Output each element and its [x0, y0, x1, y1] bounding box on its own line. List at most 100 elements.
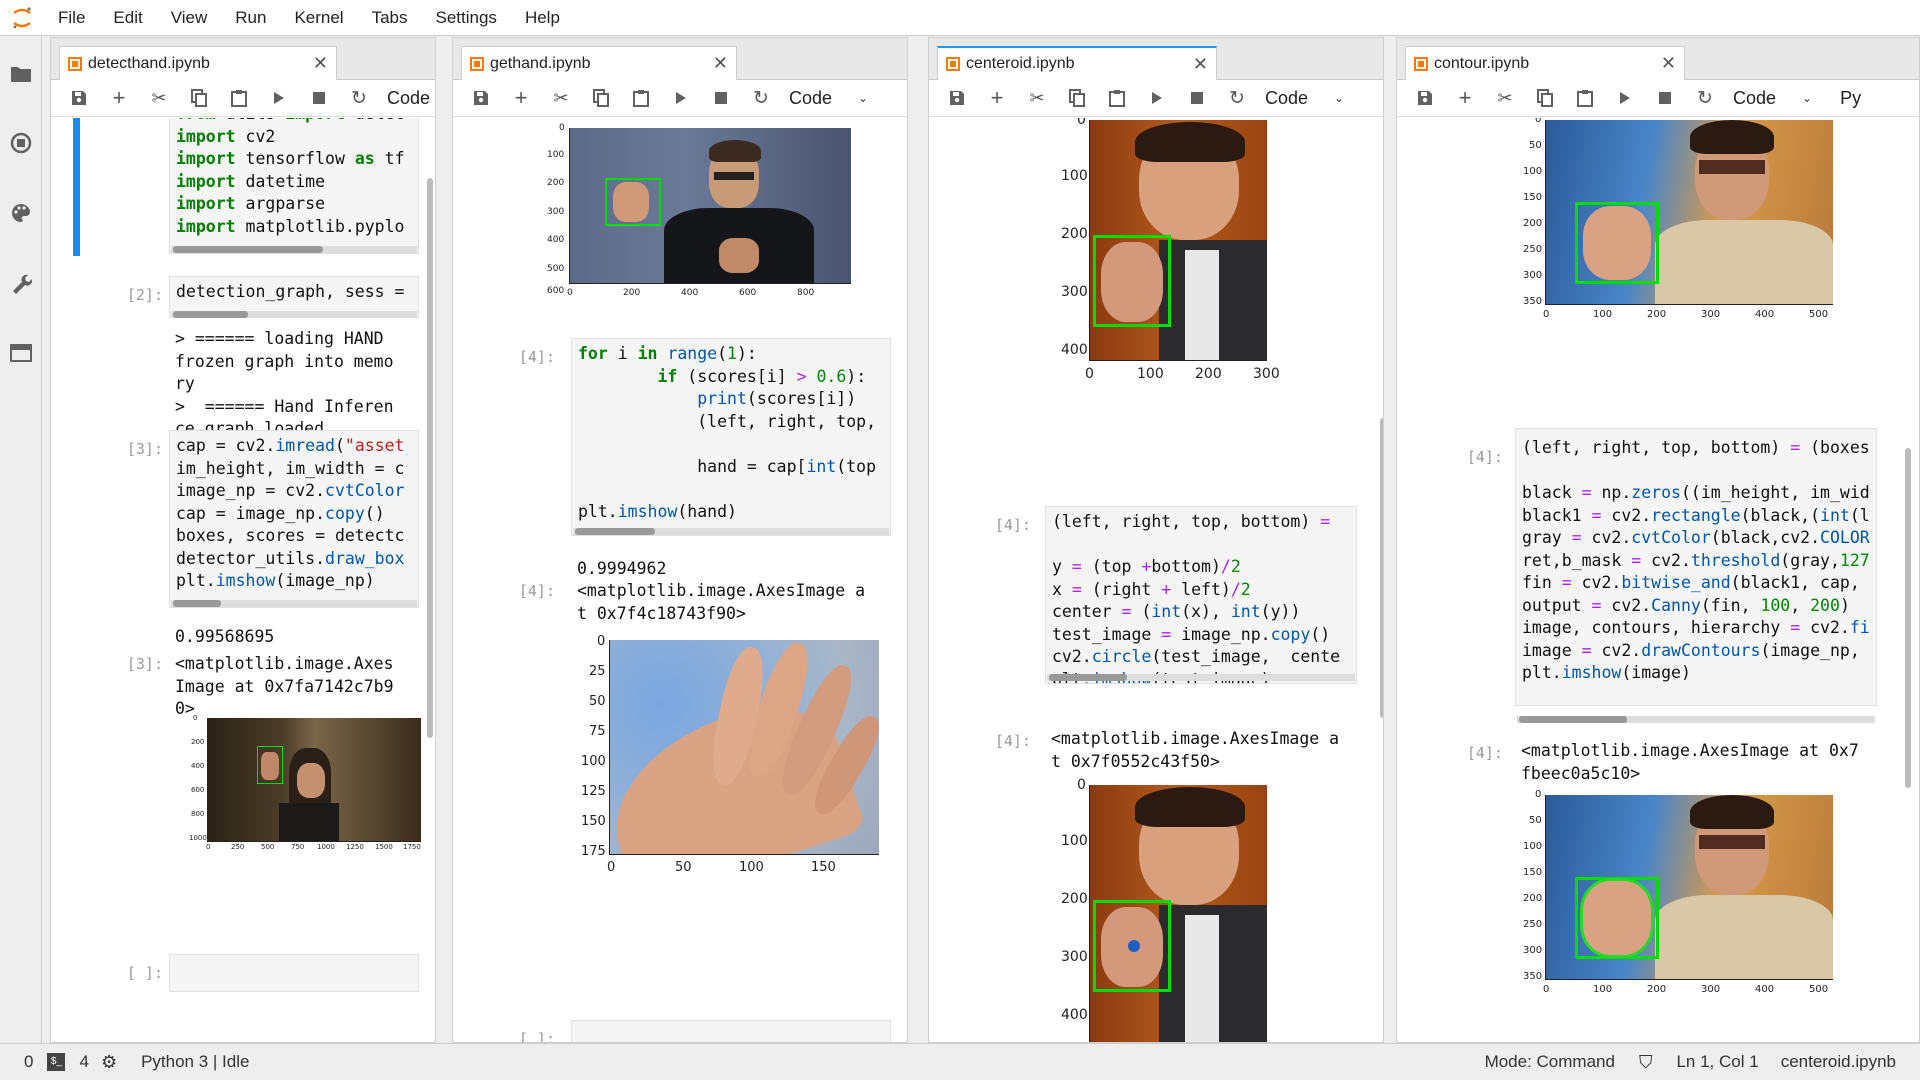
x-tick: 0 — [1543, 309, 1550, 320]
run-icon[interactable] — [661, 83, 701, 113]
y-tick: 0 — [1077, 777, 1086, 793]
tab-bar: centeroid.ipynb ✕ — [929, 38, 1383, 80]
code-cell-imports[interactable]: from utils import detec import cv2 impor… — [169, 118, 419, 254]
output-prompt: [4]: — [518, 582, 555, 600]
mode-indicator[interactable]: Mode: Command — [1485, 1052, 1615, 1072]
code-cell-crop-hand[interactable]: for i in range(1): if (scores[i] > 0.6):… — [571, 338, 891, 536]
folder-icon[interactable] — [0, 38, 42, 108]
tabs-icon[interactable] — [0, 318, 42, 388]
vertical-scrollbar[interactable] — [1905, 448, 1911, 788]
tab-detecthand[interactable]: detecthand.ipynb ✕ — [59, 46, 337, 80]
input-prompt: [4]: — [1466, 448, 1503, 466]
menu-settings[interactable]: Settings — [422, 0, 511, 36]
running-icon[interactable] — [0, 108, 42, 178]
run-icon[interactable] — [259, 83, 299, 113]
tab-label: gethand.ipynb — [490, 54, 591, 72]
save-icon[interactable] — [1405, 83, 1445, 113]
terminal-icon[interactable]: $_ — [47, 1053, 66, 1071]
tab-contour[interactable]: contour.ipynb ✕ — [1405, 46, 1685, 80]
kernel-name[interactable]: Py — [1840, 88, 1861, 109]
stop-icon[interactable] — [701, 83, 741, 113]
vertical-scrollbar[interactable] — [1380, 418, 1383, 718]
code-cell-detect[interactable]: cap = cv2.imread("asset im_height, im_wi… — [169, 430, 419, 608]
add-cell-icon[interactable]: + — [501, 83, 541, 113]
cut-icon[interactable]: ✂ — [139, 83, 179, 113]
cpu-icon[interactable]: ⚙ — [101, 1052, 117, 1073]
x-tick: 200 — [623, 288, 641, 298]
copy-icon[interactable] — [1057, 83, 1097, 113]
restart-icon[interactable]: ↻ — [1217, 83, 1257, 113]
restart-icon[interactable]: ↻ — [741, 83, 781, 113]
run-icon[interactable] — [1137, 83, 1177, 113]
wrench-icon[interactable] — [0, 248, 42, 318]
cell-type-select[interactable]: Code ⌄ — [1733, 88, 1812, 109]
restart-icon[interactable]: ↻ — [1685, 83, 1725, 113]
paste-icon[interactable] — [1565, 83, 1605, 113]
menu-edit[interactable]: Edit — [99, 0, 156, 36]
paste-icon[interactable] — [1097, 83, 1137, 113]
menu-file[interactable]: File — [44, 0, 99, 36]
cell-type-select[interactable]: Code ⌄ — [789, 88, 868, 109]
input-prompt-empty: [ ]: — [126, 964, 163, 982]
horizontal-scrollbar[interactable] — [171, 246, 417, 253]
close-icon[interactable]: ✕ — [1193, 54, 1208, 75]
status-zero[interactable]: 0 — [24, 1052, 33, 1072]
cell-type-select[interactable]: Code — [387, 88, 430, 109]
tab-gethand[interactable]: gethand.ipynb ✕ — [461, 46, 737, 80]
paste-icon[interactable] — [621, 83, 661, 113]
x-tick: 500 — [1809, 309, 1829, 320]
active-file-name[interactable]: centeroid.ipynb — [1781, 1052, 1896, 1072]
paste-icon[interactable] — [219, 83, 259, 113]
close-icon[interactable]: ✕ — [713, 53, 728, 74]
horizontal-scrollbar[interactable] — [1047, 674, 1355, 681]
palette-icon[interactable] — [0, 178, 42, 248]
close-icon[interactable]: ✕ — [1661, 53, 1676, 74]
restart-icon[interactable]: ↻ — [339, 83, 379, 113]
empty-code-cell[interactable] — [571, 1020, 891, 1042]
horizontal-scrollbar[interactable] — [1517, 716, 1875, 723]
menu-tabs[interactable]: Tabs — [358, 0, 422, 36]
cut-icon[interactable]: ✂ — [541, 83, 581, 113]
x-tick: 0 — [567, 288, 573, 298]
add-cell-icon[interactable]: + — [1445, 83, 1485, 113]
horizontal-scrollbar[interactable] — [171, 600, 417, 607]
kernel-status[interactable]: Python 3 | Idle — [141, 1052, 249, 1072]
y-tick: 300 — [1523, 945, 1543, 956]
menu-kernel[interactable]: Kernel — [280, 0, 357, 36]
code-cell-contour[interactable]: (left, right, top, bottom) = (boxes blac… — [1515, 428, 1877, 706]
empty-code-cell[interactable] — [169, 954, 419, 992]
horizontal-scrollbar[interactable] — [171, 311, 417, 318]
shield-icon[interactable]: ⛉ — [1639, 1052, 1653, 1073]
cut-icon[interactable]: ✂ — [1485, 83, 1525, 113]
code-cell-centroid[interactable]: (left, right, top, bottom) = y = (top +b… — [1045, 506, 1357, 684]
menu-view[interactable]: View — [157, 0, 222, 36]
menu-run[interactable]: Run — [221, 0, 280, 36]
stop-icon[interactable] — [1177, 83, 1217, 113]
y-tick: 100 — [1061, 833, 1088, 849]
save-icon[interactable] — [461, 83, 501, 113]
notebook-icon — [68, 56, 82, 71]
horizontal-scrollbar[interactable] — [573, 528, 889, 535]
save-icon[interactable] — [937, 83, 977, 113]
status-terminals[interactable]: 4 — [79, 1052, 88, 1072]
plot-contour-bottom: 0 50 100 150 200 250 300 350 0 100 200 3… — [1507, 789, 1837, 1023]
vertical-scrollbar[interactable] — [427, 178, 433, 738]
jacket-shape — [279, 803, 339, 841]
cell-type-select[interactable]: Code ⌄ — [1265, 88, 1344, 109]
cursor-position[interactable]: Ln 1, Col 1 — [1676, 1052, 1758, 1072]
copy-icon[interactable] — [1525, 83, 1565, 113]
copy-icon[interactable] — [581, 83, 621, 113]
tab-centeroid[interactable]: centeroid.ipynb ✕ — [937, 46, 1217, 80]
add-cell-icon[interactable]: + — [99, 83, 139, 113]
save-icon[interactable] — [59, 83, 99, 113]
add-cell-icon[interactable]: + — [977, 83, 1017, 113]
menu-help[interactable]: Help — [511, 0, 574, 36]
stop-icon[interactable] — [299, 83, 339, 113]
stop-icon[interactable] — [1645, 83, 1685, 113]
output-axesimage: <matplotlib.image.AxesImage a t 0x7f4c18… — [577, 581, 866, 623]
run-icon[interactable] — [1605, 83, 1645, 113]
cut-icon[interactable]: ✂ — [1017, 83, 1057, 113]
copy-icon[interactable] — [179, 83, 219, 113]
x-tick: 300 — [1701, 984, 1721, 995]
close-icon[interactable]: ✕ — [313, 53, 328, 74]
